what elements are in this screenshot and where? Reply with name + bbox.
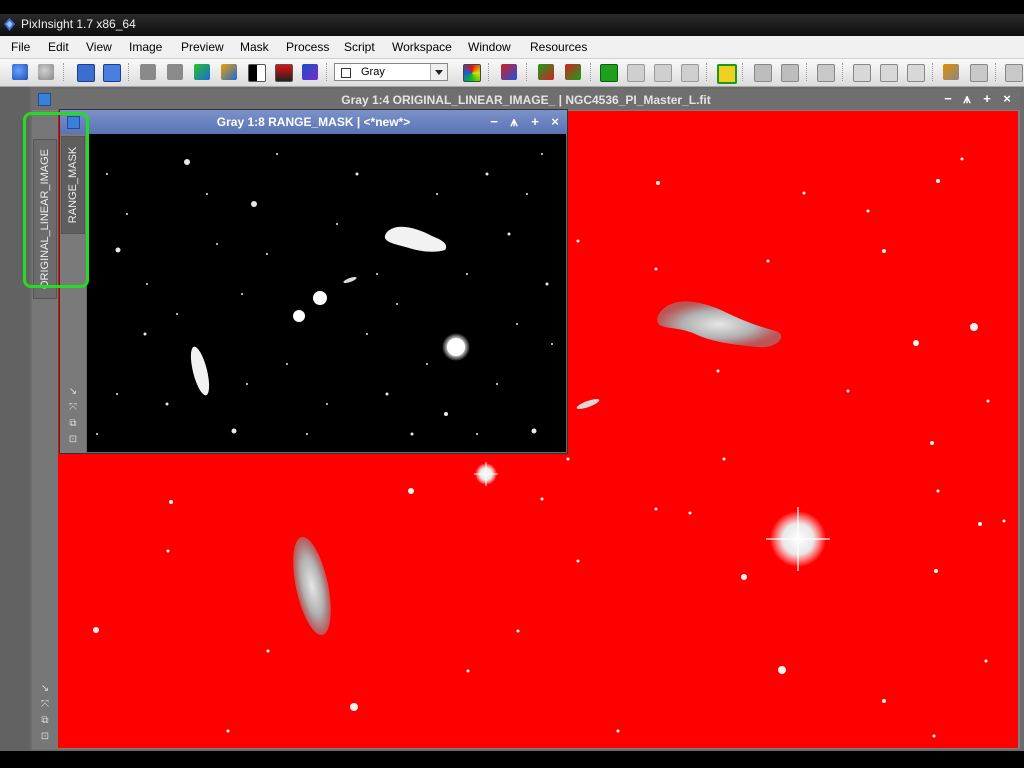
screen-transfer-icon[interactable]	[248, 64, 266, 82]
zoom-fit-icon[interactable]: ⤧	[39, 699, 51, 711]
zoom-1-1-icon[interactable]	[167, 64, 183, 80]
toolbar-separator	[806, 63, 809, 81]
menu-window[interactable]: Window	[468, 40, 511, 54]
rgb-channels-icon[interactable]	[463, 64, 481, 82]
range-mask-view	[87, 134, 566, 452]
menu-image[interactable]: Image	[129, 40, 162, 54]
menu-workspace[interactable]: Workspace	[392, 40, 452, 54]
main-window-title: Gray 1:4 ORIGINAL_LINEAR_IMAGE_ | NGC453…	[341, 93, 711, 107]
edit-preview-icon[interactable]	[880, 64, 898, 82]
bottom-black-strip	[0, 751, 1024, 768]
menu-view[interactable]: View	[86, 40, 112, 54]
redo-icon[interactable]	[38, 64, 54, 80]
toolbar-separator	[63, 63, 66, 81]
minimize-icon[interactable]: −	[488, 115, 500, 129]
mask-image-canvas[interactable]	[87, 134, 566, 452]
app-titlebar: PixInsight 1.7 x86_64	[0, 14, 1024, 36]
top-black-strip	[0, 0, 1024, 14]
copy-icon[interactable]	[654, 64, 672, 82]
close-icon[interactable]: ×	[549, 115, 561, 129]
toolbar-separator	[706, 63, 709, 81]
explorer-icon[interactable]	[970, 64, 988, 82]
range-mask-window[interactable]: Gray 1:8 RANGE_MASK | <*new*> − ⩚ + × RA…	[60, 110, 567, 453]
menu-resources[interactable]: Resources	[530, 40, 587, 54]
clone-window-icon[interactable]	[103, 64, 121, 82]
toolbar-separator	[842, 63, 845, 81]
new-preview-icon[interactable]	[194, 64, 210, 80]
star-mask	[293, 310, 305, 322]
menu-script[interactable]: Script	[344, 40, 375, 54]
minimize-icon[interactable]: −	[942, 92, 954, 106]
toolbar-separator	[526, 63, 529, 81]
new-image-icon[interactable]	[600, 64, 618, 82]
process-icon[interactable]	[754, 64, 772, 82]
toolbar-separator	[326, 63, 329, 81]
move-icon[interactable]	[853, 64, 871, 82]
shade-icon[interactable]: ⩚	[961, 92, 973, 106]
hand-tool-icon[interactable]	[817, 64, 835, 82]
restore-icon[interactable]: ⧉	[39, 715, 51, 727]
channel-select[interactable]: Gray	[334, 63, 448, 81]
restore-icon[interactable]: ⧉	[67, 418, 79, 430]
invert-mask-icon[interactable]	[565, 64, 581, 80]
channel-select-value: Gray	[361, 66, 385, 78]
toolbar: Gray	[0, 59, 1024, 87]
toolbar-separator	[488, 63, 491, 81]
menu-mask[interactable]: Mask	[240, 40, 269, 54]
mask-window-titlebar[interactable]: Gray 1:8 RANGE_MASK | <*new*> − ⩚ + ×	[60, 110, 567, 134]
shade-icon[interactable]: ⩚	[508, 115, 520, 129]
toolbar-separator	[995, 63, 998, 81]
menu-bar: File Edit View Image Preview Mask Proces…	[0, 36, 1024, 59]
toolbar-separator	[590, 63, 593, 81]
paste-icon[interactable]	[681, 64, 699, 82]
identifier-icon[interactable]	[77, 64, 95, 82]
close-icon[interactable]: ×	[1001, 92, 1013, 106]
zoom-icon[interactable]	[221, 64, 237, 80]
menu-file[interactable]: File	[11, 40, 30, 54]
menu-edit[interactable]: Edit	[48, 40, 69, 54]
window-mode-icon[interactable]: ⊡	[67, 434, 79, 446]
crop-icon[interactable]	[627, 64, 645, 82]
star-mask	[447, 338, 465, 356]
maximize-icon[interactable]: +	[529, 115, 541, 129]
maximize-icon[interactable]: +	[981, 92, 993, 106]
stf-reset-icon[interactable]	[302, 64, 318, 80]
fit-view-icon[interactable]	[140, 64, 156, 80]
fit-window-icon[interactable]: ↘	[39, 683, 51, 695]
toolbar-separator	[932, 63, 935, 81]
console-icon[interactable]	[1005, 64, 1023, 82]
window-mode-icon[interactable]: ⊡	[39, 731, 51, 743]
zoom-fit-icon[interactable]: ⤧	[67, 402, 79, 414]
show-mask-icon[interactable]	[501, 64, 517, 80]
readout-mode-icon[interactable]	[717, 64, 737, 84]
main-window-titlebar[interactable]: Gray 1:4 ORIGINAL_LINEAR_IMAGE_ | NGC453…	[32, 89, 1020, 110]
script-editor-icon[interactable]	[943, 64, 959, 80]
enable-mask-icon[interactable]	[538, 64, 554, 80]
pixinsight-app: PixInsight 1.7 x86_64 File Edit View Ima…	[0, 0, 1024, 768]
gray-swatch-icon	[341, 68, 351, 78]
fit-window-icon[interactable]: ↘	[67, 386, 79, 398]
undo-icon[interactable]	[12, 64, 28, 80]
app-title: PixInsight 1.7 x86_64	[21, 17, 136, 31]
display-function-icon[interactable]	[275, 64, 293, 82]
dynamic-crop-icon[interactable]	[907, 64, 925, 82]
chevron-down-icon[interactable]	[430, 64, 447, 80]
menu-process[interactable]: Process	[286, 40, 329, 54]
toolbar-separator	[742, 63, 745, 81]
process-container-icon[interactable]	[781, 64, 799, 82]
tab-highlight-annotation	[23, 112, 89, 288]
toolbar-separator	[128, 63, 131, 81]
pixinsight-logo-icon	[4, 18, 15, 31]
star-mask	[313, 291, 327, 305]
menu-preview[interactable]: Preview	[181, 40, 224, 54]
